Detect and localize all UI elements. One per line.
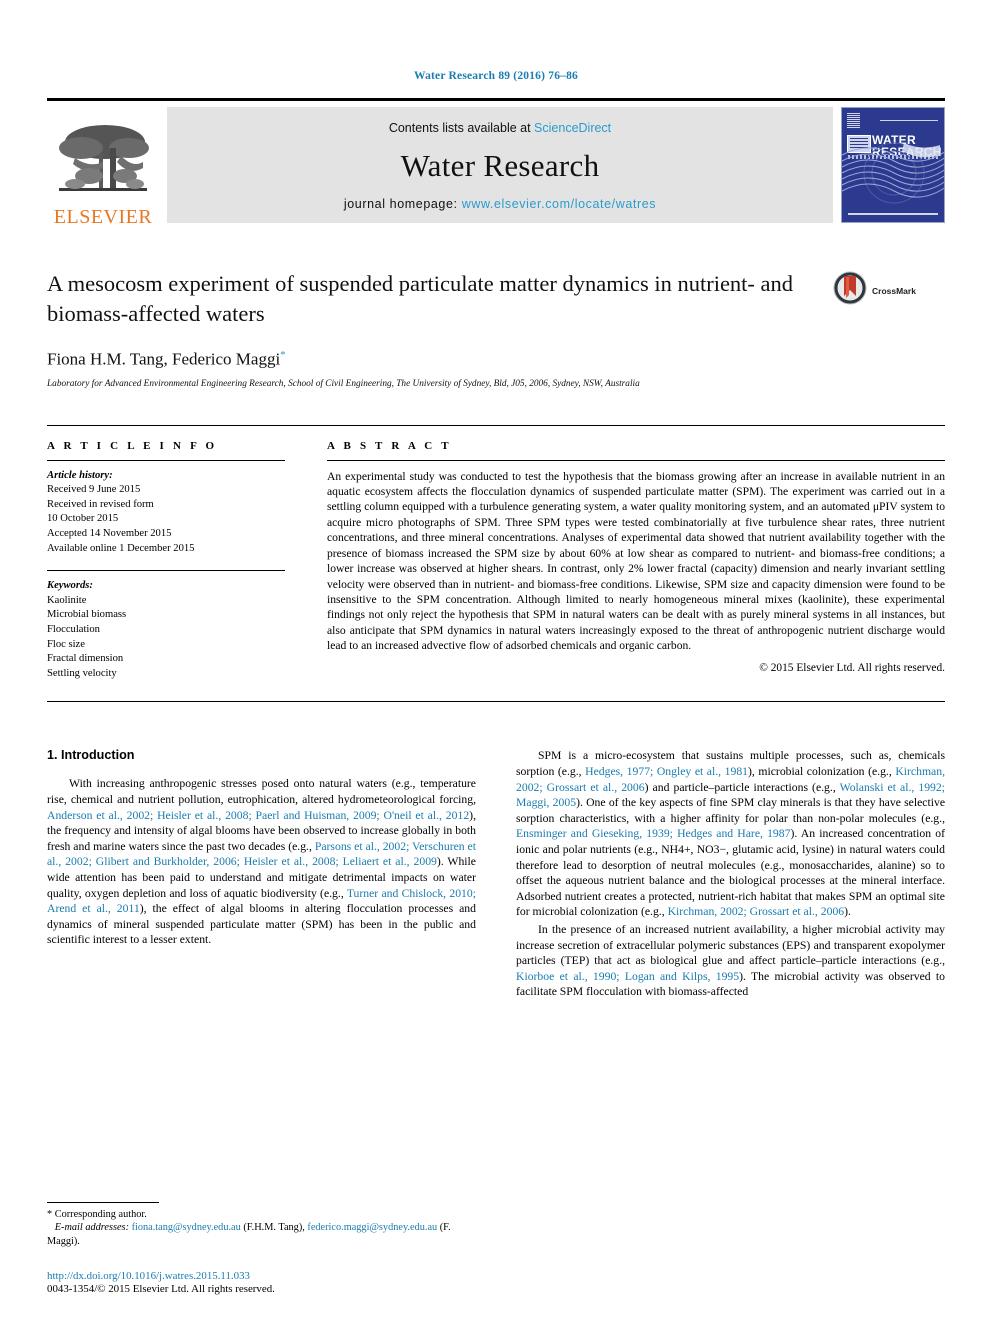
email-link-2[interactable]: federico.maggi@sydney.edu.au bbox=[307, 1222, 437, 1233]
keywords-list: Keywords: Kaolinite Microbial biomass Fl… bbox=[47, 579, 285, 681]
article-info-heading: A R T I C L E I N F O bbox=[47, 439, 218, 452]
keywords-block: Keywords: Kaolinite Microbial biomass Fl… bbox=[47, 570, 285, 681]
keyword-item: Settling velocity bbox=[47, 667, 117, 679]
body-columns: 1. Introduction With increasing anthropo… bbox=[47, 748, 945, 1002]
abstract-column: A B S T R A C T An experimental study wa… bbox=[305, 426, 945, 682]
history-item: Received in revised form bbox=[47, 498, 154, 510]
history-item: Received 9 June 2015 bbox=[47, 484, 141, 496]
cover-top-rule bbox=[880, 120, 938, 121]
contents-available-line: Contents lists available at ScienceDirec… bbox=[389, 121, 611, 135]
journal-masthead: ELSEVIER Contents lists available at Sci… bbox=[47, 98, 945, 229]
keyword-item: Kaolinite bbox=[47, 594, 87, 606]
paragraph: In the presence of an increased nutrient… bbox=[516, 922, 945, 1000]
paragraph-text: In the presence of an increased nutrient… bbox=[516, 922, 945, 968]
sciencedirect-link[interactable]: ScienceDirect bbox=[534, 121, 611, 135]
history-item: 10 October 2015 bbox=[47, 513, 119, 525]
keywords-divider bbox=[47, 570, 285, 572]
issn-copyright-line: 0043-1354/© 2015 Elsevier Ltd. All right… bbox=[47, 1283, 275, 1295]
journal-homepage-line: journal homepage: www.elsevier.com/locat… bbox=[344, 197, 656, 211]
crossmark-badge[interactable]: CrossMark bbox=[833, 269, 945, 310]
info-and-abstract: A R T I C L E I N F O Article history: R… bbox=[47, 424, 945, 682]
paragraph-text: ). One of the key aspects of fine SPM cl… bbox=[516, 796, 946, 825]
journal-cover-thumbnail: WATER RESEARCH bbox=[841, 107, 945, 223]
email-addresses-note: E-mail addresses: fiona.tang@sydney.edu.… bbox=[47, 1221, 457, 1248]
citation-link[interactable]: Hedges, 1977; Ongley et al., 1981 bbox=[585, 765, 748, 778]
paragraph-text: ) and particle–particle interactions (e.… bbox=[644, 780, 840, 794]
email-link-1[interactable]: fiona.tang@sydney.edu.au bbox=[132, 1222, 241, 1233]
history-item: Accepted 14 November 2015 bbox=[47, 528, 172, 540]
running-head: Water Research 89 (2016) 76–86 bbox=[414, 70, 578, 82]
keyword-item: Flocculation bbox=[47, 624, 100, 635]
article-info-divider bbox=[47, 459, 285, 461]
author-names: Fiona H.M. Tang, Federico Maggi bbox=[47, 349, 281, 369]
elsevier-logo: ELSEVIER bbox=[47, 101, 159, 229]
keyword-item: Fractal dimension bbox=[47, 653, 124, 665]
section-heading-introduction: 1. Introduction bbox=[47, 748, 135, 763]
journal-title: Water Research bbox=[400, 148, 600, 183]
article-history-label: Article history: bbox=[47, 469, 113, 481]
paper-page: Water Research 89 (2016) 76–86 ELSEVIER … bbox=[0, 0, 992, 1323]
paragraph-text: ). bbox=[844, 905, 851, 919]
citation-link[interactable]: Anderson et al., 2002; Heisler et al., 2… bbox=[47, 809, 469, 822]
keywords-label: Keywords: bbox=[47, 580, 93, 592]
doi-block: http://dx.doi.org/10.1016/j.watres.2015.… bbox=[47, 1270, 457, 1295]
history-item: Available online 1 December 2015 bbox=[47, 542, 195, 554]
citation-link[interactable]: Kirchman, 2002; Grossart et al., 2006 bbox=[668, 905, 845, 918]
abstract-divider bbox=[327, 459, 945, 461]
cover-elsevier-icon bbox=[847, 113, 860, 128]
doi-link[interactable]: http://dx.doi.org/10.1016/j.watres.2015.… bbox=[47, 1270, 457, 1282]
elsevier-wordmark: ELSEVIER bbox=[53, 206, 153, 228]
affiliation: Laboratory for Advanced Environmental En… bbox=[47, 378, 640, 389]
elsevier-tree-icon bbox=[55, 118, 151, 206]
cover-bottom-rule bbox=[848, 213, 938, 215]
keyword-item: Floc size bbox=[47, 638, 85, 650]
homepage-label: journal homepage: bbox=[343, 197, 462, 211]
abstract-heading: A B S T R A C T bbox=[327, 439, 452, 452]
cover-wave-graphic bbox=[842, 142, 944, 204]
footnote-block: * Corresponding author. E-mail addresses… bbox=[47, 1201, 457, 1295]
citation-link[interactable]: Ensminger and Gieseking, 1939; Hedges an… bbox=[516, 827, 790, 840]
abstract-text: An experimental study was conducted to t… bbox=[327, 469, 945, 653]
paragraph: With increasing anthropogenic stresses p… bbox=[47, 776, 476, 948]
citation-link[interactable]: Kiorboe et al., 1990; Logan and Kilps, 1… bbox=[516, 970, 739, 983]
footnote-rule bbox=[47, 1201, 159, 1203]
email-label: E-mail addresses: bbox=[54, 1222, 129, 1234]
paragraph: SPM is a micro-ecosystem that sustains m… bbox=[516, 748, 945, 920]
corresponding-author-marker: * bbox=[280, 349, 286, 361]
body-column-left: 1. Introduction With increasing anthropo… bbox=[47, 748, 476, 1002]
homepage-url-link[interactable]: www.elsevier.com/locate/watres bbox=[462, 197, 656, 211]
masthead-center-panel: Contents lists available at ScienceDirec… bbox=[167, 107, 833, 223]
paragraph-text: ), microbial colonization (e.g., bbox=[748, 764, 896, 778]
crossmark-label: CrossMark bbox=[872, 285, 916, 296]
keyword-item: Microbial biomass bbox=[47, 609, 127, 621]
page-title: A mesocosm experiment of suspended parti… bbox=[47, 271, 794, 326]
author-list: Fiona H.M. Tang, Federico Maggi* bbox=[47, 349, 819, 370]
abstract-copyright: © 2015 Elsevier Ltd. All rights reserved… bbox=[759, 661, 945, 674]
email-owner-1: (F.H.M. Tang), bbox=[243, 1222, 305, 1234]
cover-artwork: WATER RESEARCH bbox=[842, 108, 944, 222]
contents-available-text: Contents lists available at bbox=[388, 121, 535, 135]
abstract-bottom-rule bbox=[47, 701, 945, 703]
article-title-block: A mesocosm experiment of suspended parti… bbox=[47, 269, 945, 389]
article-history-block: Article history: Received 9 June 2015 Re… bbox=[47, 469, 285, 557]
body-column-right: SPM is a micro-ecosystem that sustains m… bbox=[516, 748, 945, 1002]
paragraph-text: With increasing anthropogenic stresses p… bbox=[47, 777, 476, 806]
crossmark-icon bbox=[833, 271, 867, 310]
title-text-group: A mesocosm experiment of suspended parti… bbox=[47, 269, 833, 389]
article-info-column: A R T I C L E I N F O Article history: R… bbox=[47, 426, 305, 682]
corresponding-author-note: * Corresponding author. bbox=[47, 1208, 147, 1220]
